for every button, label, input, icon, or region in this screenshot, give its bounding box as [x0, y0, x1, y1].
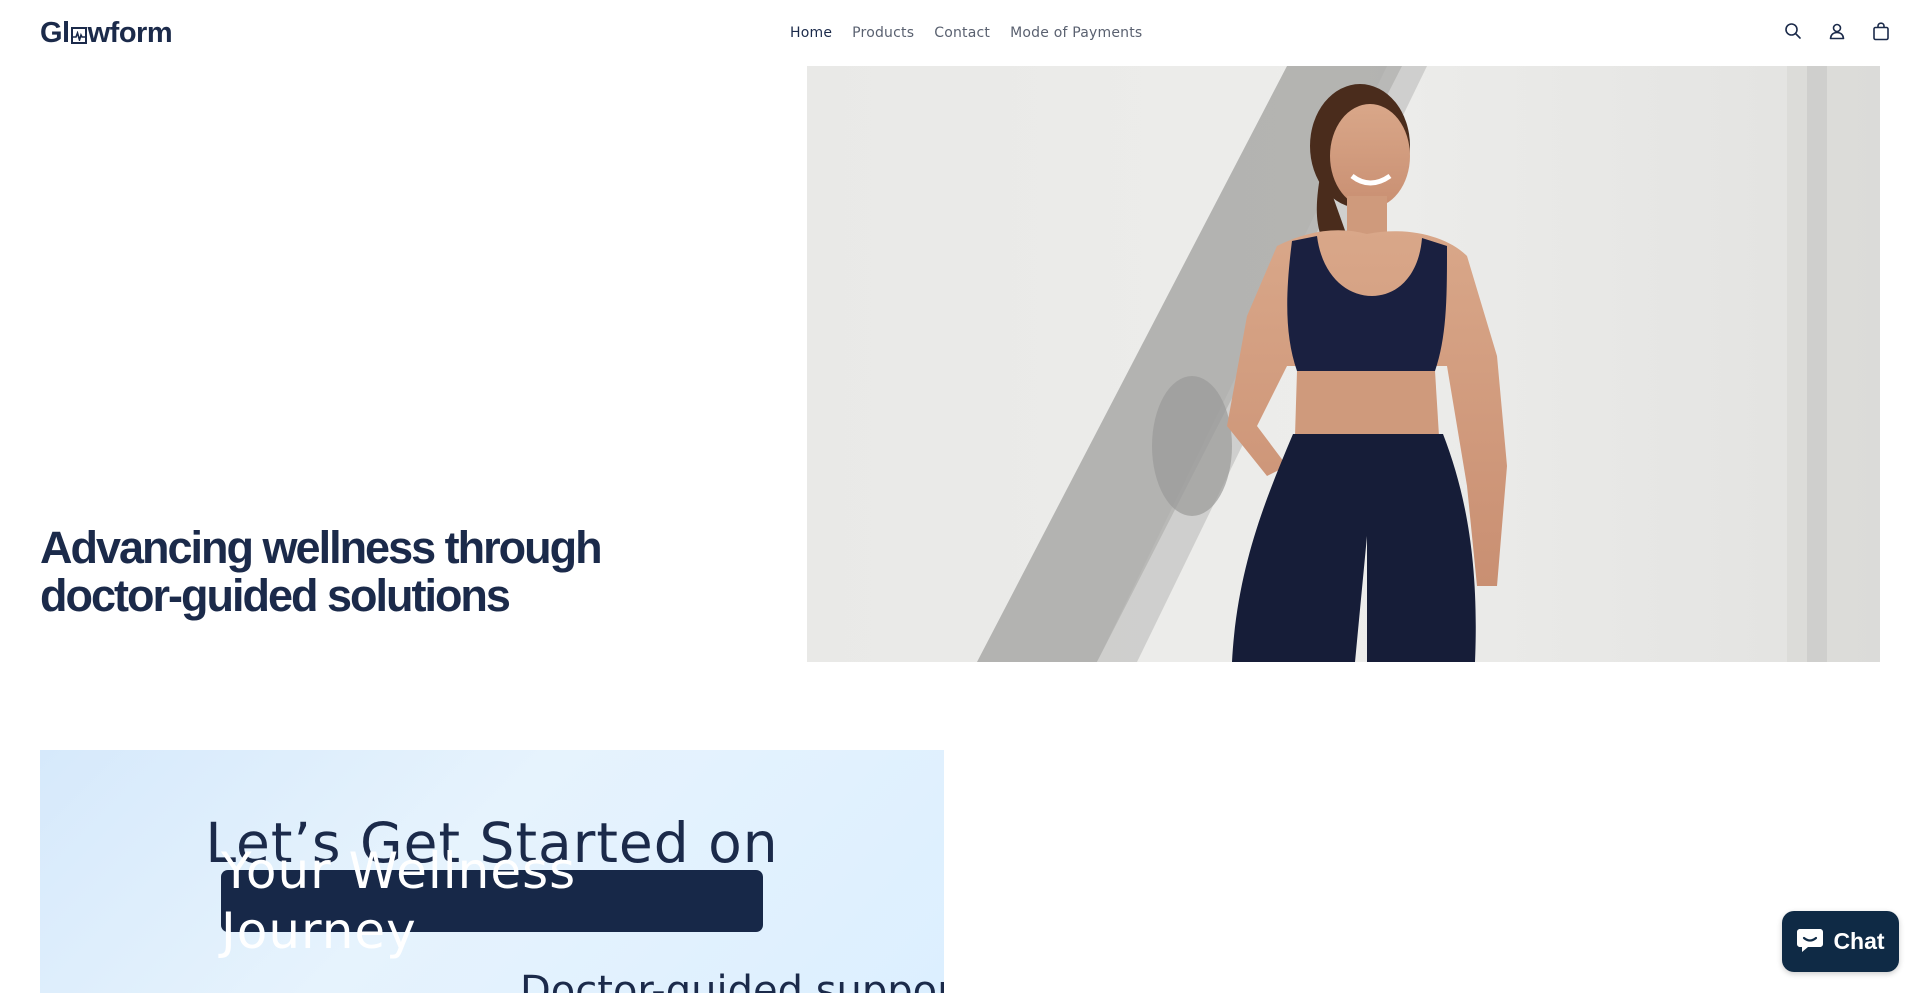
chat-button[interactable]: Chat	[1782, 911, 1899, 972]
logo-text-left: Gl	[40, 17, 70, 49]
site-logo[interactable]: Gl wform	[40, 16, 173, 50]
banner-title-pill: Your Wellness Journey	[221, 842, 763, 960]
wellness-banner[interactable]: Let’s Get Started on Your Wellness Journ…	[40, 750, 944, 993]
account-icon[interactable]	[1826, 20, 1848, 42]
site-header: Gl wform Home Products Contact Mode of P…	[0, 0, 1920, 66]
hero-heading: Advancing wellness through doctor-guided…	[40, 522, 603, 621]
nav-home[interactable]: Home	[790, 25, 832, 41]
logo-text-right: wform	[87, 17, 173, 49]
nav-contact[interactable]: Contact	[934, 25, 990, 41]
hero-image	[807, 66, 1880, 662]
logo-heartbeat-icon	[70, 26, 87, 44]
cart-icon[interactable]	[1870, 20, 1892, 42]
main-nav: Home Products Contact Mode of Payments	[790, 0, 1142, 66]
nav-mode-of-payments[interactable]: Mode of Payments	[1010, 25, 1142, 41]
header-icons	[1782, 20, 1892, 42]
chat-bubble-icon	[1796, 927, 1824, 957]
nav-products[interactable]: Products	[852, 25, 914, 41]
banner-subtitle: Doctor-guided support	[520, 968, 944, 993]
banner-title-line2: Your Wellness Journey	[221, 842, 577, 960]
chat-label: Chat	[1833, 928, 1885, 954]
search-icon[interactable]	[1782, 20, 1804, 42]
